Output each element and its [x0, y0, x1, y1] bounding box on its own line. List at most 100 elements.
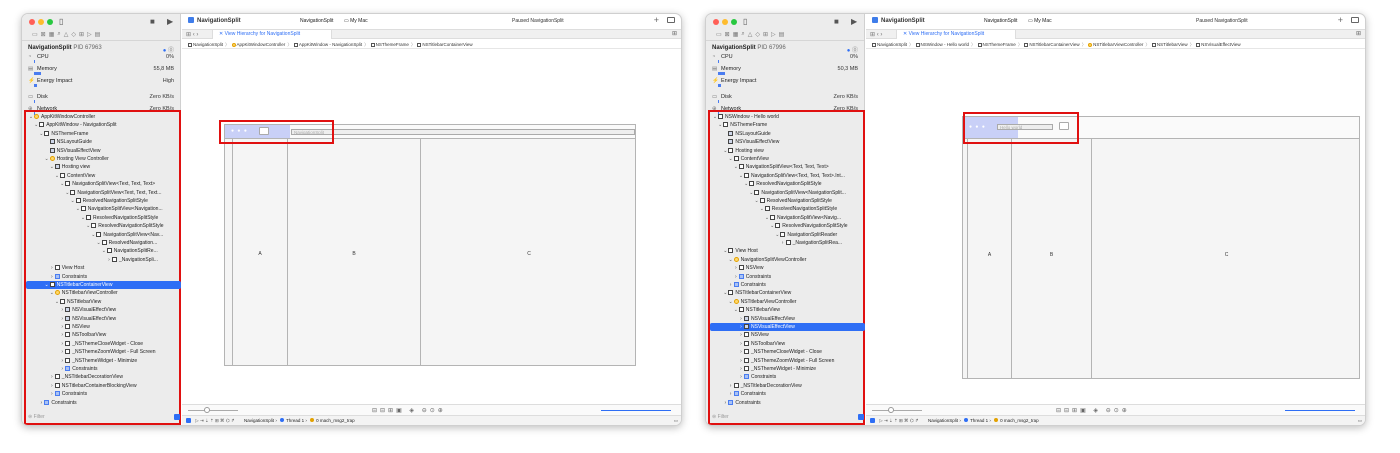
column-c[interactable]: C — [421, 139, 637, 365]
chevron-down-icon[interactable]: ⌄ — [49, 289, 55, 297]
symbol-icon[interactable]: ▦ — [49, 31, 55, 40]
tree-row[interactable]: ⌄ View Host — [710, 247, 865, 255]
filter-field[interactable]: ⊜ Filter — [28, 414, 180, 421]
chevron-down-icon[interactable]: ⌄ — [728, 256, 734, 264]
grid-nav-icon[interactable]: ⊞ ‹ › — [870, 31, 882, 38]
tab-view-hierarchy[interactable]: ✕ View Hierarchy for NavigationSplit — [896, 30, 1016, 39]
gauge-memory[interactable]: ▤ Memory 55,8 MB — [22, 65, 180, 77]
tree-row[interactable]: ⌄ Hosting View Controller — [26, 155, 181, 163]
breadcrumb-item[interactable]: NSTitlebarView — [1151, 40, 1188, 48]
debug-target[interactable]: NavigationSplit — [244, 418, 274, 423]
tree-row[interactable]: NSVisualEffectView — [26, 147, 181, 155]
tree-row[interactable]: › NSVisualEffectView — [26, 306, 181, 314]
gauge-energy-impact[interactable]: ⚡ Energy Impact High — [22, 77, 180, 89]
tree-row[interactable]: ⌄ Hosting view — [710, 147, 865, 155]
spacing-slider[interactable] — [188, 410, 238, 411]
folder-icon[interactable]: ▭ — [716, 31, 722, 40]
debug-controls-icon[interactable]: ▷ ⇥ ⇣ ⇡ ⊞ ⌘ ⌬ ↱ — [879, 416, 919, 425]
debug-icon[interactable]: ⊞ — [79, 31, 84, 40]
plus-icon[interactable]: + — [654, 15, 659, 25]
tree-row[interactable]: › NSVisualEffectView — [26, 315, 181, 323]
frame-label[interactable]: 0 mach_msg2_trap — [316, 418, 355, 423]
tree-row[interactable]: ⌄ NavigationSplitView<Text, Text, Text> — [26, 180, 181, 188]
view-debugger-canvas[interactable]: ● ● ● Hello world A B C — [866, 50, 1365, 404]
sidebar-toggle-icon[interactable]: ▯ — [59, 17, 63, 26]
zoom-window-button[interactable] — [47, 19, 53, 25]
minimize-window-button[interactable] — [38, 19, 44, 25]
zoom-window-button[interactable] — [731, 19, 737, 25]
tree-row[interactable]: ⌄ NavigationSplitViewController — [710, 256, 865, 264]
tree-row[interactable]: ⌄ NavigationSplitView<Text, Text, Text>.I… — [710, 172, 865, 180]
gauge-energy-impact[interactable]: ⚡ Energy Impact — [706, 77, 864, 89]
find-icon[interactable]: ⌕ — [741, 31, 744, 40]
tree-row[interactable]: › View Host — [26, 264, 181, 272]
breadcrumb-item[interactable]: NSTitlebarContainerView — [417, 40, 473, 48]
breadcrumb-item[interactable]: NSTitlebarViewController — [1088, 40, 1143, 48]
tree-row[interactable]: ⌄ ResolvedNavigationSplitStyle — [26, 214, 181, 222]
test-icon[interactable]: ◇ — [755, 31, 760, 40]
tree-row[interactable]: NSVisualEffectView — [710, 138, 865, 146]
report-icon[interactable]: ▤ — [779, 31, 785, 40]
inspector-toggle-icon[interactable] — [667, 17, 675, 23]
tree-row[interactable]: ⌄ ResolvedNavigationSplitStyle — [26, 197, 181, 205]
filter-field[interactable]: ⊜ Filter — [712, 414, 864, 421]
breakpoints-icon[interactable] — [870, 418, 875, 423]
breadcrumb-item[interactable]: NSWindow - Hello world — [915, 40, 969, 48]
tree-row[interactable]: › _NSTitlebarDecorationView — [710, 382, 865, 390]
spacing-slider[interactable] — [872, 410, 922, 411]
breakpoint-icon[interactable]: ▷ — [771, 31, 776, 40]
layout-icons[interactable]: ⊟⊟⊞▣ ◈ ⊖⊙⊕ — [372, 407, 446, 414]
tree-row[interactable]: NSLayoutGuide — [710, 130, 865, 138]
tree-row[interactable]: ⌄ AppKitWindow - NavigationSplit — [26, 121, 181, 129]
tree-row[interactable]: › NSToolbarView — [26, 331, 181, 339]
play-icon[interactable]: ▶ — [167, 17, 173, 26]
tree-row[interactable]: ⌄ ResolvedNavigation... — [26, 239, 181, 247]
tree-row[interactable]: ⌄ ContentView — [26, 172, 181, 180]
tab-view-hierarchy[interactable]: ✕ View Hierarchy for NavigationSplit — [212, 30, 332, 39]
stop-icon[interactable]: ■ — [150, 17, 155, 26]
tree-row[interactable]: › Constraints — [26, 273, 181, 281]
column-b[interactable]: B — [288, 139, 421, 365]
column-a[interactable]: A — [233, 139, 288, 365]
source-control-icon[interactable]: ⊠ — [41, 31, 46, 40]
symbol-icon[interactable]: ▦ — [733, 31, 739, 40]
tree-row[interactable]: › Constraints — [710, 281, 865, 289]
tree-row[interactable]: › _NSThemeWidget - Minimize — [710, 365, 865, 373]
tree-row[interactable]: ⌄ ResolvedNavigationSplitStyle — [26, 222, 181, 230]
tree-row[interactable]: ⌄ NSThemeFrame — [26, 130, 181, 138]
tree-row[interactable]: › Constraints — [26, 365, 181, 373]
breadcrumb-item[interactable]: NavigationSplit — [188, 40, 223, 48]
tree-row[interactable]: › _NavigationSplitRea... — [710, 239, 865, 247]
inspector-toggle-icon[interactable] — [1351, 17, 1359, 23]
tree-row[interactable]: ⌄ NSTitlebarView — [26, 298, 181, 306]
tree-row[interactable]: › NSView — [710, 331, 865, 339]
breadcrumb-item[interactable]: NavigationSplit — [872, 40, 907, 48]
folder-icon[interactable]: ▭ — [32, 31, 38, 40]
find-icon[interactable]: ⌕ — [57, 31, 60, 40]
tree-row[interactable]: › NSToolbarView — [710, 340, 865, 348]
close-window-button[interactable] — [713, 19, 719, 25]
chevron-down-icon[interactable]: ⌄ — [728, 298, 734, 306]
process-header[interactable]: NavigationSplit PID 67963 — [28, 45, 102, 51]
range-slider[interactable] — [601, 410, 671, 411]
issue-icon[interactable]: △ — [64, 31, 69, 40]
tree-row[interactable]: NSLayoutGuide — [26, 138, 181, 146]
scheme-selector[interactable]: NavigationSplit — [300, 18, 333, 24]
minimize-window-button[interactable] — [722, 19, 728, 25]
source-control-icon[interactable]: ⊠ — [725, 31, 730, 40]
destination-selector[interactable]: ▭ My Mac — [344, 18, 368, 24]
slider-knob[interactable] — [888, 407, 894, 413]
view-debugger-canvas[interactable]: ● ● ● NavigationSplit A B C — [182, 50, 681, 404]
tree-row[interactable]: ⌄ ResolvedNavigationSplitStyle — [710, 222, 865, 230]
plus-icon[interactable]: + — [1338, 15, 1343, 25]
breadcrumb-item[interactable]: AppKitWindowController — [231, 40, 285, 48]
tree-row[interactable]: › Constraints — [710, 373, 865, 381]
layout-icons[interactable]: ⊟⊟⊞▣ ◈ ⊖⊙⊕ — [1056, 407, 1130, 414]
report-icon[interactable]: ▤ — [95, 31, 101, 40]
breadcrumb-item[interactable]: NSThemeFrame — [977, 40, 1016, 48]
tree-row[interactable]: › _NavigationSpli... — [26, 256, 181, 264]
tree-row[interactable]: › Constraints — [26, 390, 181, 398]
column-b[interactable]: B — [1012, 139, 1092, 378]
tree-row[interactable]: ⌄ ContentView — [710, 155, 865, 163]
gauge-disk[interactable]: ▭ Disk Zero KB/s — [22, 93, 180, 105]
